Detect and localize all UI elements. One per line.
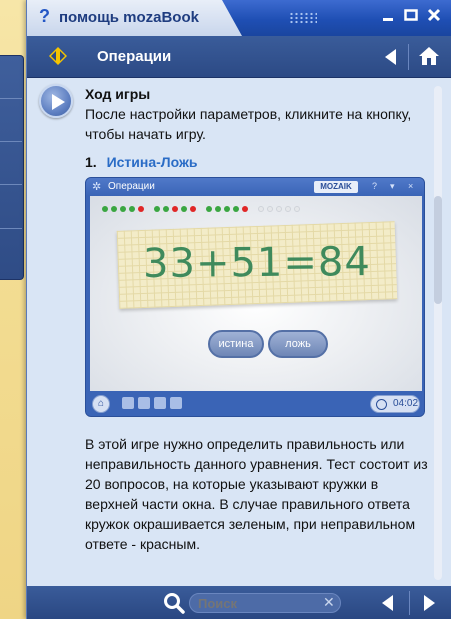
true-button: истина (208, 330, 264, 358)
topic-header: Операции (27, 36, 451, 78)
item-number: 1. (85, 154, 97, 170)
game-area: 33+51=84 истина ложь (90, 196, 422, 391)
help-window: ? помощь mozaBook Операции Ход игры Посл… (26, 0, 451, 619)
title-bar[interactable]: ? помощь mozaBook (27, 0, 451, 36)
progress-dot (215, 206, 221, 212)
clock-icon (376, 399, 387, 410)
prev-arrow-icon[interactable] (379, 594, 397, 612)
progress-dot (285, 206, 291, 212)
game-title: Операции (108, 181, 155, 192)
progress-dot (138, 206, 144, 212)
section-heading: Ход игры (85, 86, 151, 102)
search-input[interactable] (189, 593, 341, 613)
game-close-icon: × (408, 181, 414, 191)
progress-dot (206, 206, 212, 212)
equation-note: 33+51=84 (116, 221, 398, 309)
progress-dot (172, 206, 178, 212)
footer-bar: ✕ (27, 586, 451, 619)
scrollbar-track[interactable] (434, 86, 442, 580)
progress-dot (102, 206, 108, 212)
game-tool-icon (170, 397, 182, 409)
progress-dot (163, 206, 169, 212)
scrollbar-thumb[interactable] (434, 196, 442, 304)
panel-divider (0, 228, 22, 229)
game-menu-icon: ▾ (390, 181, 395, 191)
progress-dot (258, 206, 264, 212)
game-help-icon: ? (372, 181, 378, 191)
diamond-arrows-icon[interactable] (48, 46, 68, 66)
help-icon: ? (39, 6, 50, 26)
progress-dot (233, 206, 239, 212)
progress-dot (111, 206, 117, 212)
mozaik-logo: MOZAIK (314, 181, 358, 193)
equation: 33+51=84 (142, 239, 371, 287)
search-icon[interactable] (163, 592, 185, 614)
window-title: помощь mozaBook (59, 9, 199, 26)
footer-divider (409, 591, 410, 615)
progress-dot (120, 206, 126, 212)
panel-divider (0, 98, 22, 99)
page-title: Операции (97, 48, 172, 65)
false-button: ложь (268, 330, 328, 358)
progress-dot (267, 206, 273, 212)
game-tool-icon (154, 397, 166, 409)
home-icon[interactable] (417, 45, 441, 67)
search-box: ✕ (163, 592, 343, 614)
progress-dot (129, 206, 135, 212)
progress-dot (294, 206, 300, 212)
item-link[interactable]: Истина-Ложь (107, 154, 198, 170)
intro-text: После настройки параметров, кликните на … (85, 106, 412, 142)
close-icon[interactable] (423, 7, 445, 29)
clear-icon[interactable]: ✕ (323, 594, 335, 611)
progress-dot (154, 206, 160, 212)
game-toolbar: ⌂ 04:02 (86, 391, 424, 416)
progress-dot (190, 206, 196, 212)
next-arrow-icon[interactable] (420, 594, 438, 612)
timer-value: 04:02 (393, 398, 419, 409)
game-title-bar: ✲ Операции MOZAIK ? ▾ × (86, 178, 424, 196)
panel-divider (0, 141, 22, 142)
description-text: В этой игре нужно определить правильност… (85, 436, 428, 552)
panel-divider (0, 184, 22, 185)
game-tool-icon (138, 397, 150, 409)
drag-grip-icon[interactable] (289, 12, 317, 24)
header-divider (408, 44, 409, 70)
minimize-icon[interactable] (377, 7, 399, 29)
play-icon[interactable] (39, 84, 73, 118)
progress-dot (181, 206, 187, 212)
background-panel (0, 55, 24, 280)
game-screenshot: ✲ Операции MOZAIK ? ▾ × 33+51=84 истина … (85, 177, 425, 417)
progress-dot (276, 206, 282, 212)
game-tool-icon (122, 397, 134, 409)
game-item-title: 1. Истина-Ложь (85, 152, 435, 172)
progress-dot (242, 206, 248, 212)
game-timer: 04:02 (370, 395, 420, 413)
maximize-icon[interactable] (400, 7, 422, 29)
gear-icon: ✲ (92, 181, 102, 193)
progress-dot (224, 206, 230, 212)
back-arrow-icon[interactable] (382, 47, 400, 67)
game-home-icon: ⌂ (92, 395, 110, 413)
